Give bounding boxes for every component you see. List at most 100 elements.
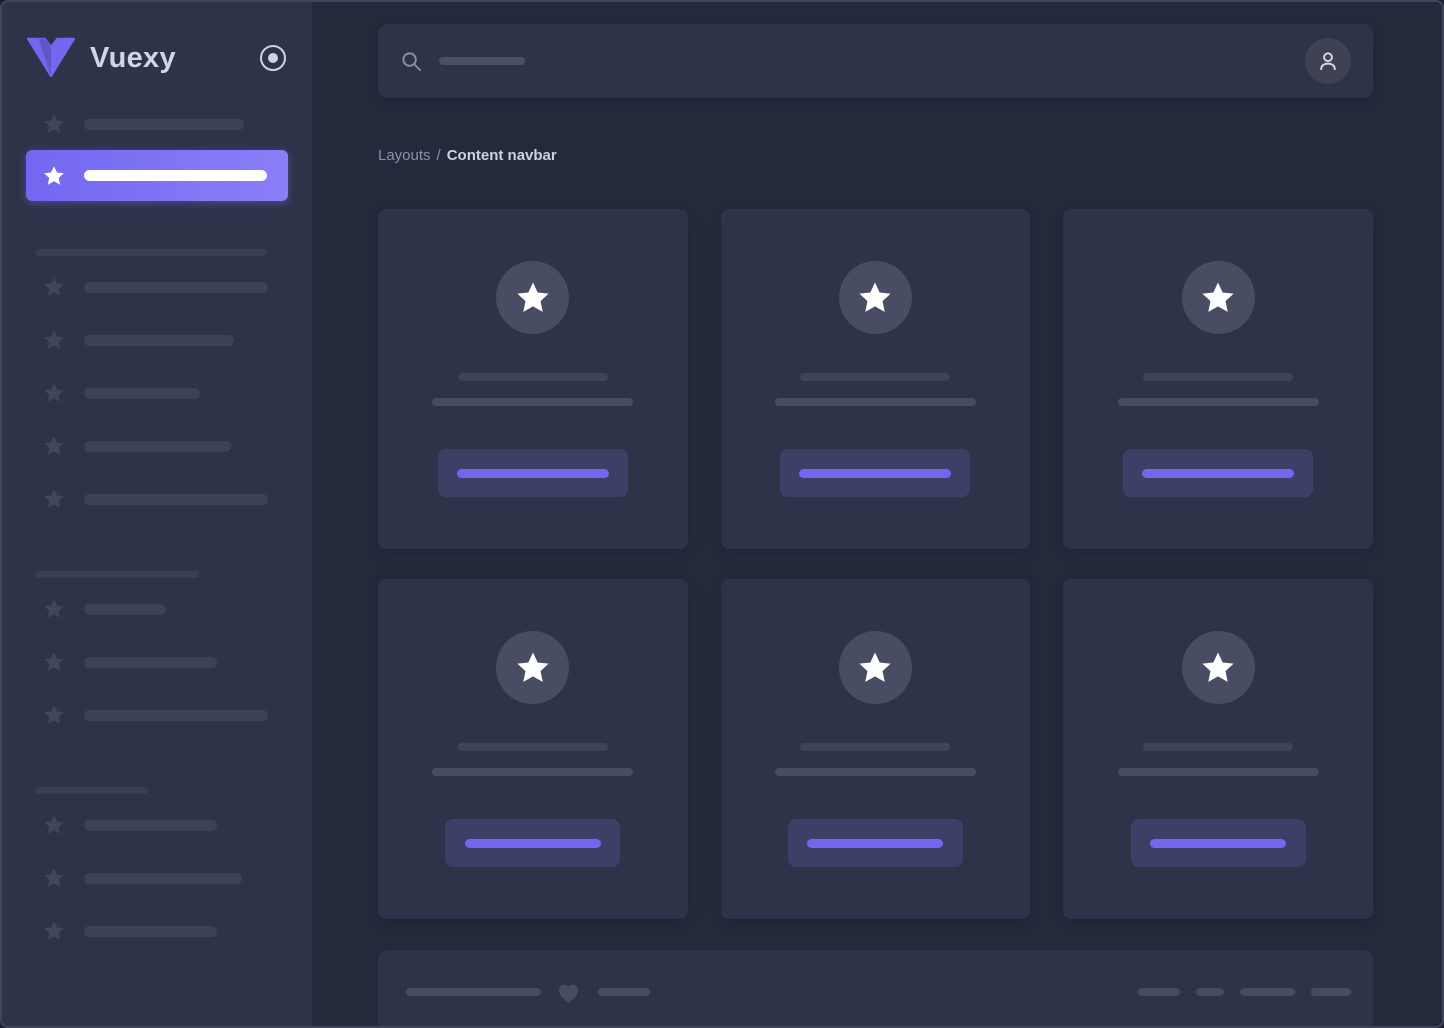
card-avatar bbox=[496, 261, 569, 334]
breadcrumb-parent[interactable]: Layouts bbox=[378, 147, 431, 164]
footer-row bbox=[406, 984, 1351, 1000]
search-placeholder-bar bbox=[439, 57, 525, 65]
button-label-placeholder bbox=[1142, 469, 1294, 478]
nav-section-heading-placeholder bbox=[35, 787, 148, 794]
star-icon bbox=[42, 703, 66, 727]
sidebar-nav-item[interactable] bbox=[26, 328, 288, 352]
card-title-placeholder bbox=[1143, 373, 1293, 381]
app-logo-text: Vuexy bbox=[90, 42, 176, 75]
footer-placeholder-bar bbox=[406, 988, 541, 996]
button-label-placeholder bbox=[1150, 839, 1286, 848]
star-icon bbox=[42, 434, 66, 458]
nav-item-label-placeholder bbox=[84, 820, 217, 831]
card bbox=[1063, 579, 1373, 919]
card-title-placeholder bbox=[458, 373, 608, 381]
card-subtitle-placeholder bbox=[775, 768, 976, 776]
card bbox=[721, 209, 1031, 549]
nav-item-label-placeholder bbox=[84, 335, 234, 346]
button-label-placeholder bbox=[807, 839, 943, 848]
sidebar-nav-item[interactable] bbox=[26, 434, 288, 458]
card-subtitle-placeholder bbox=[432, 768, 633, 776]
card-title-placeholder bbox=[800, 373, 950, 381]
nav-item-label-placeholder bbox=[84, 388, 200, 399]
star-icon bbox=[42, 813, 66, 837]
nav-section-heading-placeholder bbox=[35, 249, 267, 256]
card-action-button[interactable] bbox=[1123, 449, 1313, 497]
card-avatar bbox=[1182, 261, 1255, 334]
star-icon bbox=[42, 487, 66, 511]
card-action-button[interactable] bbox=[438, 449, 628, 497]
card bbox=[721, 579, 1031, 919]
star-icon bbox=[514, 649, 552, 687]
star-icon bbox=[856, 279, 894, 317]
footer bbox=[378, 950, 1373, 1028]
nav-item-label-placeholder bbox=[84, 873, 242, 884]
nav-item-label-placeholder bbox=[84, 657, 217, 668]
star-icon bbox=[42, 650, 66, 674]
sidebar-nav-item[interactable] bbox=[26, 813, 288, 837]
search-icon bbox=[400, 50, 423, 73]
card bbox=[1063, 209, 1373, 549]
card-avatar bbox=[839, 631, 912, 704]
user-avatar[interactable] bbox=[1305, 38, 1351, 84]
footer-placeholder-bar bbox=[1311, 988, 1351, 996]
star-icon bbox=[42, 112, 66, 136]
sidebar-nav-item[interactable] bbox=[26, 703, 288, 727]
star-icon bbox=[1199, 279, 1237, 317]
footer-placeholder-bar bbox=[1196, 988, 1224, 996]
button-label-placeholder bbox=[465, 839, 601, 848]
breadcrumb-separator: / bbox=[437, 147, 441, 164]
breadcrumb: Layouts / Content navbar bbox=[378, 146, 1373, 166]
card-subtitle-placeholder bbox=[1118, 398, 1319, 406]
star-icon bbox=[856, 649, 894, 687]
nav-item-label-placeholder bbox=[84, 119, 244, 130]
card-action-button[interactable] bbox=[445, 819, 620, 867]
nav-pin-toggle-icon[interactable] bbox=[260, 45, 286, 71]
card-title-placeholder bbox=[800, 743, 950, 751]
star-icon bbox=[42, 328, 66, 352]
card-subtitle-placeholder bbox=[1118, 768, 1319, 776]
sidebar-nav-item[interactable] bbox=[26, 112, 288, 136]
sidebar-nav-item[interactable] bbox=[26, 275, 288, 299]
card-action-button[interactable] bbox=[1131, 819, 1306, 867]
card-action-button[interactable] bbox=[788, 819, 963, 867]
card bbox=[378, 209, 688, 549]
search-input[interactable] bbox=[400, 50, 525, 73]
sidebar-nav-item[interactable] bbox=[26, 487, 288, 511]
card-avatar bbox=[1182, 631, 1255, 704]
nav-item-label-placeholder bbox=[84, 604, 166, 615]
sidebar: Vuexy bbox=[2, 2, 312, 1026]
star-icon bbox=[42, 597, 66, 621]
card-title-placeholder bbox=[1143, 743, 1293, 751]
app-window: Vuexy bbox=[0, 0, 1444, 1028]
sidebar-menu bbox=[26, 112, 288, 943]
card-action-button[interactable] bbox=[780, 449, 970, 497]
sidebar-header: Vuexy bbox=[26, 2, 288, 80]
heart-icon bbox=[555, 979, 582, 1006]
star-icon bbox=[514, 279, 552, 317]
nav-item-label-placeholder bbox=[84, 170, 267, 181]
sidebar-nav-item[interactable] bbox=[26, 597, 288, 621]
nav-item-label-placeholder bbox=[84, 926, 217, 937]
star-icon bbox=[42, 164, 66, 188]
nav-item-label-placeholder bbox=[84, 282, 268, 293]
footer-links bbox=[1138, 988, 1351, 996]
nav-item-label-placeholder bbox=[84, 441, 231, 452]
footer-placeholder-bar bbox=[1138, 988, 1180, 996]
button-label-placeholder bbox=[799, 469, 951, 478]
top-navbar bbox=[378, 24, 1373, 98]
footer-placeholder-bar bbox=[598, 988, 650, 996]
star-icon bbox=[42, 866, 66, 890]
sidebar-nav-item[interactable] bbox=[26, 381, 288, 405]
nav-item-label-placeholder bbox=[84, 494, 268, 505]
breadcrumb-current: Content navbar bbox=[447, 147, 557, 164]
card-avatar bbox=[839, 261, 912, 334]
card-title-placeholder bbox=[458, 743, 608, 751]
sidebar-nav-item[interactable] bbox=[26, 866, 288, 890]
sidebar-nav-item[interactable] bbox=[26, 919, 288, 943]
nav-item-label-placeholder bbox=[84, 710, 268, 721]
footer-placeholder-bar bbox=[1240, 988, 1295, 996]
sidebar-nav-item[interactable] bbox=[26, 650, 288, 674]
card-subtitle-placeholder bbox=[775, 398, 976, 406]
sidebar-nav-item[interactable] bbox=[26, 150, 288, 201]
